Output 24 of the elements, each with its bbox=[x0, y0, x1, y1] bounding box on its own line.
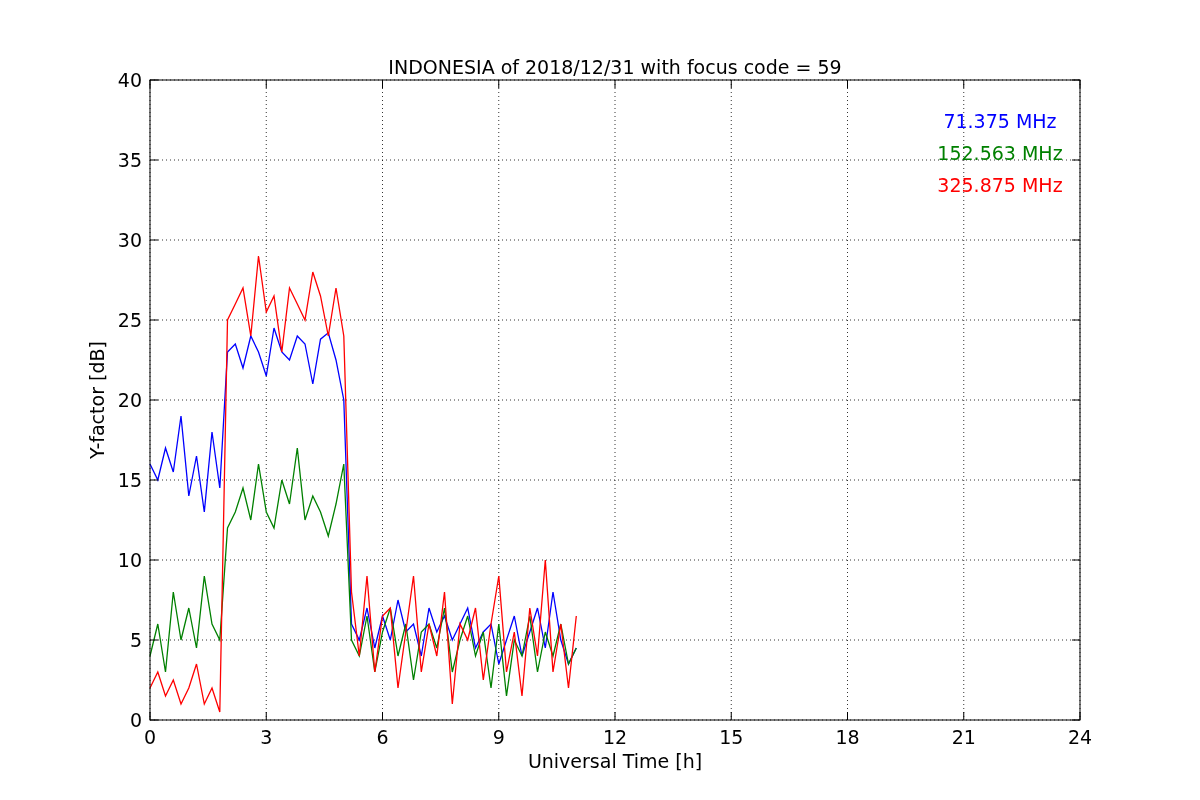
y-tick-label: 30 bbox=[117, 229, 142, 251]
chart-title: INDONESIA of 2018/12/31 with focus code = 59 bbox=[388, 56, 842, 78]
y-tick-label: 35 bbox=[117, 149, 142, 171]
x-axis-label: Universal Time [h] bbox=[527, 750, 703, 772]
y-tick-label: 40 bbox=[117, 69, 142, 91]
y-tick-label: 5 bbox=[129, 629, 142, 651]
y-tick-label: 25 bbox=[117, 309, 142, 331]
x-tick-label: 18 bbox=[835, 726, 860, 748]
x-tick-label: 3 bbox=[260, 726, 273, 748]
x-tick-label: 0 bbox=[143, 726, 157, 748]
x-tick-label: 9 bbox=[492, 726, 505, 748]
x-tick-label: 21 bbox=[951, 726, 976, 748]
y-tick-label: 10 bbox=[117, 549, 142, 571]
x-tick-label: 12 bbox=[602, 726, 628, 748]
x-tick-label: 15 bbox=[719, 726, 744, 748]
legend-label: 71.375 MHz bbox=[943, 110, 1057, 132]
y-tick-label: 0 bbox=[129, 709, 142, 731]
legend-label: 152.563 MHz bbox=[937, 142, 1063, 164]
x-tick-label: 24 bbox=[1067, 726, 1093, 748]
y-axis-label: Y-factor [dB] bbox=[86, 341, 108, 459]
y-tick-label: 20 bbox=[117, 389, 142, 411]
y-tick-label: 15 bbox=[117, 469, 142, 491]
x-tick-label: 6 bbox=[376, 726, 389, 748]
legend-label: 325.875 MHz bbox=[937, 174, 1063, 196]
